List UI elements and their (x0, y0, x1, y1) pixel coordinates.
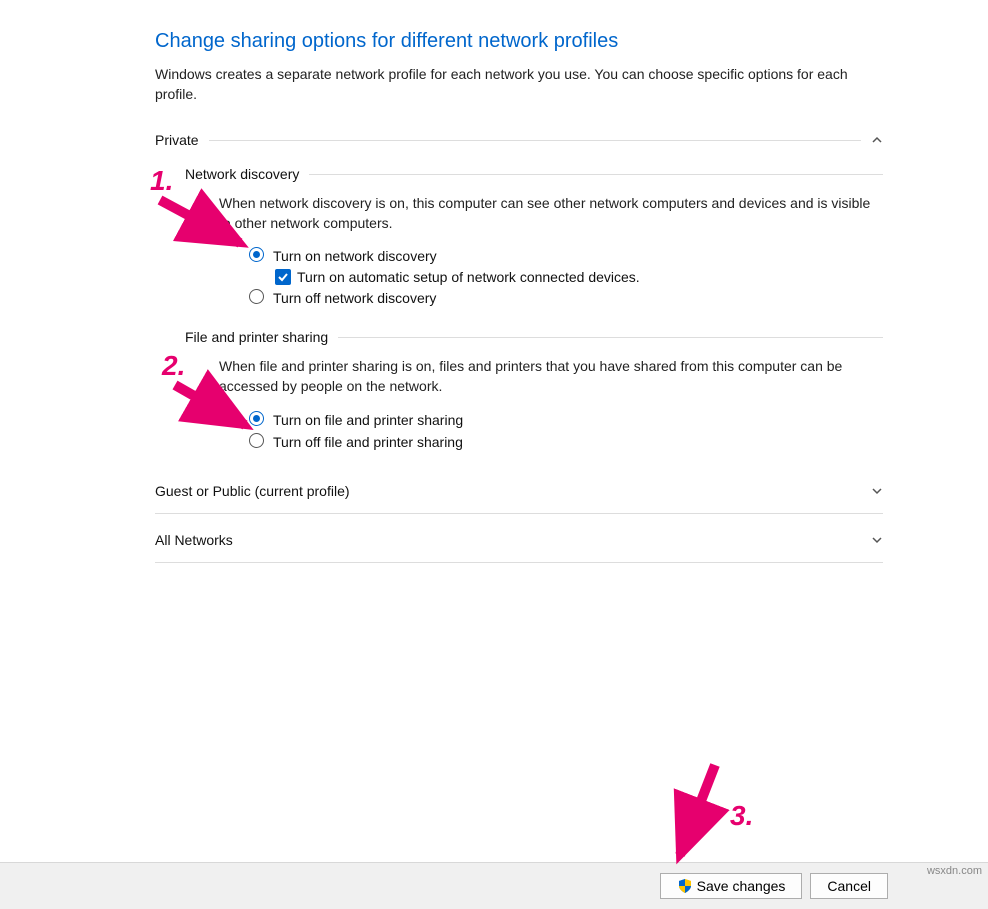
save-button[interactable]: Save changes (660, 873, 803, 899)
radio-nd-on[interactable]: Turn on network discovery (249, 247, 883, 265)
section-title-nd: Network discovery (185, 166, 299, 182)
section-desc-nd: When network discovery is on, this compu… (219, 194, 883, 233)
profile-label-private: Private (155, 132, 199, 148)
chevron-down-icon (871, 534, 883, 546)
section-file-printer: File and printer sharing When file and p… (185, 329, 883, 450)
section-network-discovery: Network discovery When network discovery… (185, 166, 883, 307)
shield-icon (677, 878, 693, 894)
profile-label-guest: Guest or Public (current profile) (155, 483, 350, 499)
radio-icon (249, 289, 264, 304)
radio-nd-off-label: Turn off network discovery (273, 290, 436, 306)
page-description: Windows creates a separate network profi… (155, 65, 883, 104)
footer-bar: Save changes Cancel (0, 862, 988, 909)
divider (155, 513, 883, 514)
profile-header-all[interactable]: All Networks (155, 522, 883, 558)
save-button-label: Save changes (697, 878, 786, 894)
divider (338, 337, 883, 338)
radio-fp-on[interactable]: Turn on file and printer sharing (249, 411, 883, 429)
page-title: Change sharing options for different net… (155, 30, 883, 53)
cancel-button[interactable]: Cancel (810, 873, 888, 899)
profile-header-private[interactable]: Private (155, 124, 883, 156)
divider (209, 140, 861, 141)
annotation-3: 3. (660, 760, 770, 870)
section-title-fp: File and printer sharing (185, 329, 328, 345)
divider (155, 562, 883, 563)
cancel-button-label: Cancel (827, 878, 871, 894)
check-nd-auto-label: Turn on automatic setup of network conne… (297, 269, 640, 285)
divider (309, 174, 883, 175)
radio-icon (249, 247, 264, 262)
chevron-up-icon (871, 134, 883, 146)
radio-icon (249, 411, 264, 426)
annotation-3-number: 3. (730, 800, 753, 832)
section-desc-fp: When file and printer sharing is on, fil… (219, 357, 883, 396)
radio-icon (249, 433, 264, 448)
radio-fp-off-label: Turn off file and printer sharing (273, 434, 463, 450)
radio-nd-on-label: Turn on network discovery (273, 248, 437, 264)
watermark: wsxdn.com (927, 865, 982, 877)
profile-label-all: All Networks (155, 532, 233, 548)
check-nd-auto[interactable]: Turn on automatic setup of network conne… (275, 269, 883, 285)
checkbox-checked-icon (275, 269, 291, 285)
chevron-down-icon (871, 485, 883, 497)
profile-header-guest[interactable]: Guest or Public (current profile) (155, 473, 883, 509)
radio-fp-on-label: Turn on file and printer sharing (273, 412, 463, 428)
radio-nd-off[interactable]: Turn off network discovery (249, 289, 883, 307)
radio-fp-off[interactable]: Turn off file and printer sharing (249, 433, 883, 451)
arrow-icon (660, 760, 770, 870)
